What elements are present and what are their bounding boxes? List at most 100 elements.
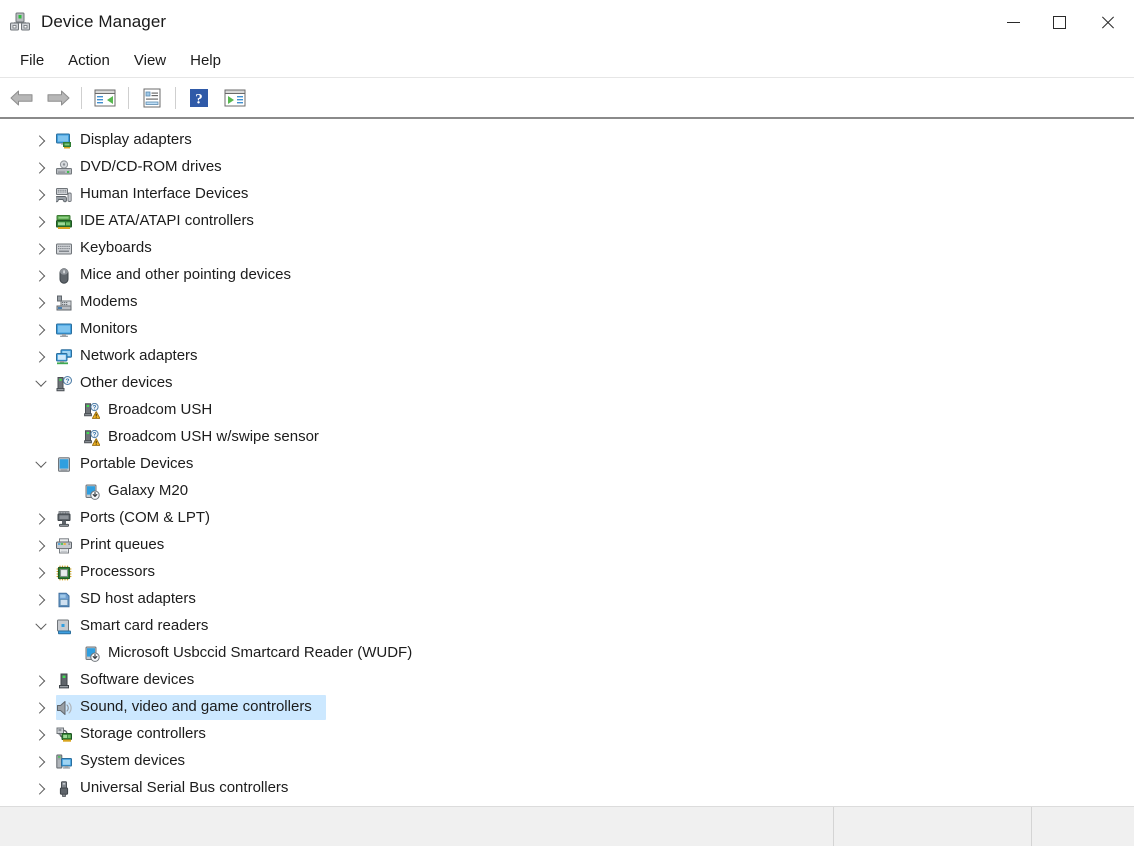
chevron-right-icon[interactable] (32, 586, 50, 613)
chevron-right-icon[interactable] (32, 262, 50, 289)
tree-item[interactable]: Human Interface Devices (0, 181, 1134, 208)
chevron-down-icon[interactable] (32, 370, 50, 397)
chevron-right-icon[interactable] (32, 505, 50, 532)
tree-item[interactable]: DVD/CD-ROM drives (0, 154, 1134, 181)
chevron-glyph (33, 728, 46, 741)
tree-item[interactable]: SD host adapters (0, 586, 1134, 613)
tree-item[interactable]: Universal Serial Bus controllers (0, 775, 1134, 802)
keyboard-icon (56, 241, 72, 257)
portable-device-icon (56, 456, 72, 473)
tree-item[interactable]: IDE ATA/ATAPI controllers (0, 208, 1134, 235)
chevron-right-icon[interactable] (32, 235, 50, 262)
tree-item-label: Ports (COM & LPT) (80, 509, 211, 526)
tree-item-label: Network adapters (80, 347, 198, 364)
tree-item[interactable]: Modems (0, 289, 1134, 316)
tree-item[interactable]: Print queues (0, 532, 1134, 559)
forward-button[interactable] (40, 82, 76, 114)
maximize-button[interactable] (1036, 0, 1082, 44)
tree-item[interactable]: Galaxy M20 (0, 478, 1134, 505)
tree-item[interactable]: ? Broadcom USH (0, 397, 1134, 424)
chevron-right-icon[interactable] (32, 289, 50, 316)
tree-item[interactable]: Mice and other pointing devices (0, 262, 1134, 289)
chevron-right-icon[interactable] (32, 532, 50, 559)
device-tree-pane[interactable]: Display adapters DVD/CD-ROM drives Human… (0, 117, 1134, 806)
portable-child-icon (84, 646, 100, 662)
svg-text:?: ? (195, 91, 203, 107)
tree-item[interactable]: Smart card readers (0, 613, 1134, 640)
tree-item[interactable]: Microsoft Usbccid Smartcard Reader (WUDF… (0, 640, 1134, 667)
chevron-right-icon[interactable] (32, 667, 50, 694)
properties-button[interactable] (134, 82, 170, 114)
chevron-glyph (35, 375, 47, 387)
toolbar-separator (81, 86, 82, 109)
chevron-right-icon[interactable] (32, 208, 50, 235)
portable-child-icon (84, 484, 100, 500)
chevron-right-icon[interactable] (32, 181, 50, 208)
menu-item-help[interactable]: Help (178, 48, 233, 73)
chevron-down-icon[interactable] (32, 613, 50, 640)
chevron-right-icon[interactable] (32, 559, 50, 586)
tree-item[interactable]: Network adapters (0, 343, 1134, 370)
chevron-glyph (33, 674, 46, 687)
close-button[interactable] (1082, 0, 1134, 44)
chevron-glyph (33, 215, 46, 228)
help-button[interactable]: ? (181, 82, 217, 114)
toolbar-separator (128, 86, 129, 109)
minimize-button[interactable] (990, 0, 1036, 44)
menu-item-file[interactable]: File (8, 48, 56, 73)
tree-item-label: Storage controllers (80, 725, 206, 742)
chevron-glyph (33, 539, 46, 552)
chevron-down-icon[interactable] (32, 451, 50, 478)
software-device-icon (56, 673, 72, 689)
tree-item-label: IDE ATA/ATAPI controllers (80, 212, 254, 229)
tree-item[interactable]: Display adapters (0, 127, 1134, 154)
status-segment-main (0, 807, 833, 846)
tree-item[interactable]: Software devices (0, 667, 1134, 694)
chevron-right-icon[interactable] (32, 775, 50, 802)
svg-text:?: ? (93, 432, 97, 438)
tree-item[interactable]: Keyboards (0, 235, 1134, 262)
tree-item[interactable]: ? Other devices (0, 370, 1134, 397)
processor-icon (56, 565, 72, 581)
chevron-glyph (33, 161, 46, 174)
chevron-right-icon[interactable] (32, 694, 50, 721)
chevron-right-icon[interactable] (32, 316, 50, 343)
chevron-right-icon[interactable] (32, 721, 50, 748)
tree-item[interactable]: System devices (0, 748, 1134, 775)
status-segment-three (1031, 807, 1134, 846)
caption-button-group (990, 0, 1134, 44)
chevron-glyph (33, 296, 46, 309)
chevron-glyph (33, 512, 46, 525)
chevron-right-icon[interactable] (32, 748, 50, 775)
tree-item[interactable]: Portable Devices (0, 451, 1134, 478)
tree-item[interactable]: Processors (0, 559, 1134, 586)
chevron-right-icon[interactable] (32, 154, 50, 181)
chevron-right-icon[interactable] (32, 343, 50, 370)
back-button[interactable] (4, 82, 40, 114)
warning-device-icon: ? (84, 402, 100, 419)
help-question-icon: ? (189, 88, 209, 108)
network-adapter-icon (56, 348, 72, 365)
device-manager-icon (9, 11, 31, 33)
hid-icon (56, 187, 72, 203)
tree-item-label: Print queues (80, 536, 165, 553)
chevron-right-icon[interactable] (32, 127, 50, 154)
menu-bar: File Action View Help (0, 44, 1134, 78)
tree-item[interactable]: ? Broadcom USH w/swipe sensor (0, 424, 1134, 451)
unknown-device-icon: ? (56, 375, 72, 392)
menu-item-view[interactable]: View (122, 48, 178, 73)
show-hide-console-tree-button[interactable] (87, 82, 123, 114)
tree-item-label: Keyboards (80, 239, 152, 256)
tree-item[interactable]: Sound, video and game controllers (0, 694, 1134, 721)
scan-hardware-changes-button[interactable] (217, 82, 253, 114)
svg-text:?: ? (66, 378, 70, 385)
chevron-glyph (33, 701, 46, 714)
window-title: Device Manager (41, 12, 167, 31)
menu-item-action[interactable]: Action (56, 48, 122, 73)
status-segment-two (833, 807, 1031, 846)
tree-item-label: Sound, video and game controllers (80, 698, 312, 715)
scan-play-icon (223, 87, 247, 109)
tree-item[interactable]: Storage controllers (0, 721, 1134, 748)
tree-item[interactable]: Monitors (0, 316, 1134, 343)
tree-item[interactable]: Ports (COM & LPT) (0, 505, 1134, 532)
